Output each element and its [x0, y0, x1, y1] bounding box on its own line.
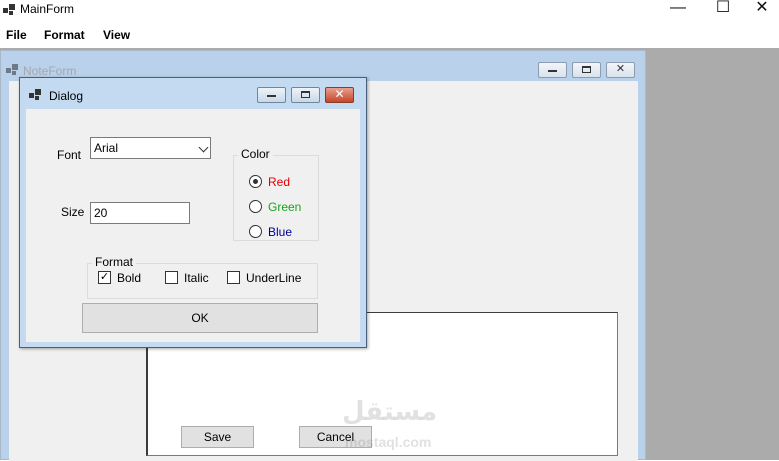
italic-checkbox-label[interactable]: Italic — [184, 271, 209, 285]
maximize-button[interactable]: ☐ — [700, 0, 746, 20]
watermark-latin: mostaql.com — [345, 434, 432, 450]
bold-checkbox-label[interactable]: Bold — [117, 271, 141, 285]
noteform-icon — [6, 64, 18, 76]
radio-selected-dot — [253, 179, 258, 184]
dialog-title: Dialog — [49, 89, 84, 103]
watermark-arabic: مستقل — [342, 396, 438, 426]
close-button[interactable]: ✕ — [745, 0, 779, 20]
menu-bar: File Format View — [0, 24, 779, 48]
italic-checkbox[interactable] — [165, 271, 178, 284]
dialog-close-button[interactable]: ✕ — [325, 87, 354, 103]
font-combobox-value: Arial — [94, 141, 119, 155]
menu-format[interactable]: Format — [44, 28, 85, 42]
maximize-icon — [301, 91, 310, 98]
radio-green-label[interactable]: Green — [268, 200, 301, 214]
minimize-icon — [548, 70, 557, 72]
menu-view[interactable]: View — [103, 28, 130, 42]
main-titlebar: MainForm — ☐ ✕ — [0, 0, 779, 24]
close-icon: ✕ — [615, 63, 626, 75]
size-input-value: 20 — [94, 206, 108, 220]
dialog-client: Font Arial Size 20 Color Red Green Blue … — [26, 109, 360, 342]
underline-checkbox-label[interactable]: UnderLine — [246, 271, 301, 285]
checkmark-icon: ✓ — [99, 271, 110, 283]
radio-blue[interactable] — [249, 225, 262, 238]
minimize-button[interactable]: — — [655, 0, 701, 20]
save-button[interactable]: Save — [181, 426, 254, 448]
ok-button[interactable]: OK — [82, 303, 318, 333]
font-combobox[interactable]: Arial — [90, 137, 211, 159]
window-title: MainForm — [20, 2, 75, 16]
chevron-down-icon — [198, 142, 209, 153]
dialog-maximize-button[interactable] — [291, 87, 320, 103]
font-label: Font — [57, 148, 82, 162]
radio-blue-label[interactable]: Blue — [268, 225, 292, 239]
size-label: Size — [61, 205, 85, 219]
noteform-title: NoteForm — [23, 64, 77, 78]
minimize-icon — [267, 95, 276, 97]
color-group-legend: Color — [238, 147, 273, 161]
bold-checkbox[interactable]: ✓ — [98, 271, 111, 284]
radio-red[interactable] — [249, 175, 262, 188]
underline-checkbox[interactable] — [227, 271, 240, 284]
radio-red-label[interactable]: Red — [268, 175, 290, 189]
maximize-icon — [582, 66, 591, 73]
close-icon: ✕ — [334, 87, 345, 101]
noteform-minimize-button[interactable] — [538, 62, 567, 78]
format-group-legend: Format — [92, 255, 137, 269]
radio-green[interactable] — [249, 200, 262, 213]
size-input[interactable]: 20 — [90, 202, 190, 224]
dialog-window[interactable]: Dialog ✕ Font Arial Size 20 Color Red Gr… — [19, 77, 367, 348]
menu-file[interactable]: File — [6, 28, 27, 42]
dialog-icon — [29, 89, 41, 101]
noteform-maximize-button[interactable] — [572, 62, 601, 78]
noteform-close-button[interactable]: ✕ — [606, 62, 635, 78]
app-icon — [3, 4, 15, 16]
dialog-minimize-button[interactable] — [257, 87, 286, 103]
